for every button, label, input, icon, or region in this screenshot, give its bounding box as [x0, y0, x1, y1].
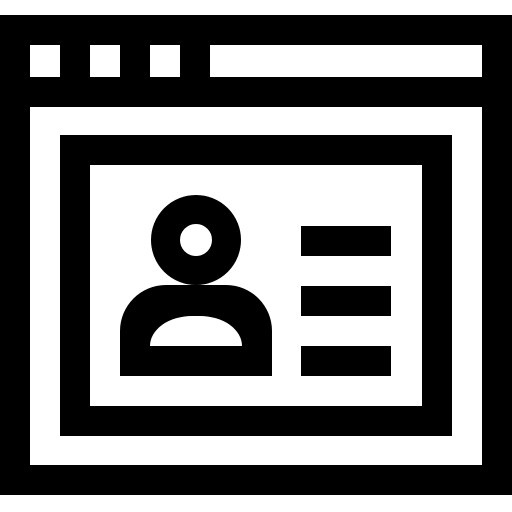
window-dot [180, 30, 210, 77]
detail-line [301, 346, 391, 376]
title-bar-separator [15, 77, 497, 107]
profile-detail-lines [301, 226, 391, 376]
user-icon [120, 195, 272, 376]
window-dot [60, 30, 90, 77]
window-control-dots [60, 30, 210, 77]
browser-profile-card-icon [0, 15, 512, 495]
detail-line [301, 286, 391, 316]
detail-line [301, 226, 391, 256]
icon-canvas [0, 0, 512, 512]
window-dot [120, 30, 150, 77]
user-body [120, 285, 272, 376]
profile-card [60, 135, 452, 436]
user-head [151, 195, 241, 285]
